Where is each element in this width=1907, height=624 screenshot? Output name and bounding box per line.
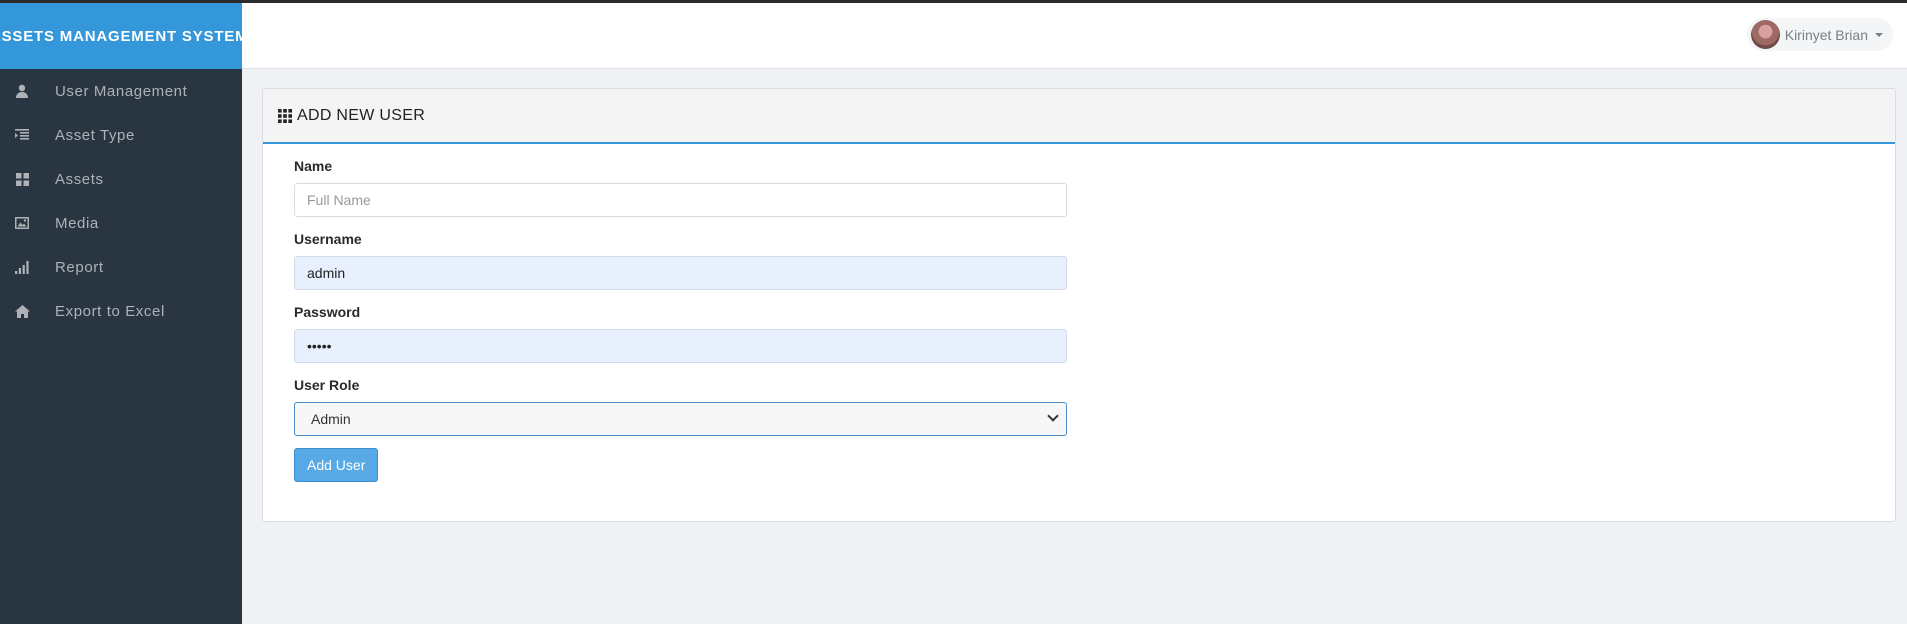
- caret-down-icon: [1875, 32, 1883, 37]
- add-user-form: Name Username Password User Role Admin A…: [263, 144, 1067, 482]
- sidebar-item-label: Report: [55, 258, 104, 276]
- sidebar-item-label: User Management: [55, 82, 188, 100]
- user-menu-dropdown[interactable]: Kirinyet Brian: [1746, 18, 1893, 51]
- user-icon: [12, 83, 32, 99]
- sidebar-nav: User Management Asset Type Assets Media …: [0, 69, 242, 333]
- panel-title: ADD NEW USER: [297, 106, 426, 124]
- sidebar-item-label: Assets: [55, 170, 104, 188]
- name-group: Name: [294, 158, 1067, 217]
- user-name: Kirinyet Brian: [1784, 26, 1868, 43]
- sidebar-item-media[interactable]: Media: [0, 201, 242, 245]
- user-role-select-wrapper: Admin: [294, 402, 1067, 436]
- brand-logo[interactable]: ASSETS MANAGEMENT SYSTEM: [0, 3, 242, 69]
- th-grid-icon: [278, 108, 292, 123]
- username-group: Username: [294, 231, 1067, 290]
- user-role-select[interactable]: Admin: [294, 402, 1067, 436]
- password-group: Password: [294, 304, 1067, 363]
- name-label: Name: [294, 158, 333, 174]
- brand-title: ASSETS MANAGEMENT SYSTEM: [0, 27, 242, 45]
- signal-bars-icon: [12, 259, 32, 275]
- home-icon: [12, 303, 32, 319]
- sidebar-item-user-management[interactable]: User Management: [0, 69, 242, 113]
- add-user-button[interactable]: Add User: [294, 448, 379, 482]
- user-role-label: User Role: [294, 377, 360, 393]
- sidebar-item-label: Export to Excel: [55, 302, 165, 320]
- picture-icon: [12, 215, 32, 231]
- sidebar-item-assets[interactable]: Assets: [0, 157, 242, 201]
- username-input[interactable]: [294, 256, 1067, 290]
- sidebar-item-label: Media: [55, 214, 99, 232]
- username-label: Username: [294, 231, 362, 247]
- sidebar-item-export-to-excel[interactable]: Export to Excel: [0, 289, 242, 333]
- add-user-panel: ADD NEW USER Name Username Password User…: [262, 88, 1896, 522]
- role-group: User Role Admin: [294, 377, 1067, 436]
- full-name-input[interactable]: [294, 183, 1067, 217]
- password-input[interactable]: [294, 329, 1067, 363]
- sidebar-item-label: Asset Type: [55, 126, 135, 144]
- top-header: Kirinyet Brian: [242, 3, 1907, 69]
- panel-heading: ADD NEW USER: [263, 89, 1895, 144]
- sidebar: ASSETS MANAGEMENT SYSTEM User Management…: [0, 3, 242, 624]
- password-label: Password: [294, 304, 361, 320]
- sidebar-item-report[interactable]: Report: [0, 245, 242, 289]
- avatar: [1750, 20, 1780, 49]
- indent-list-icon: [12, 127, 32, 143]
- grid-icon: [12, 171, 32, 187]
- sidebar-item-asset-type[interactable]: Asset Type: [0, 113, 242, 157]
